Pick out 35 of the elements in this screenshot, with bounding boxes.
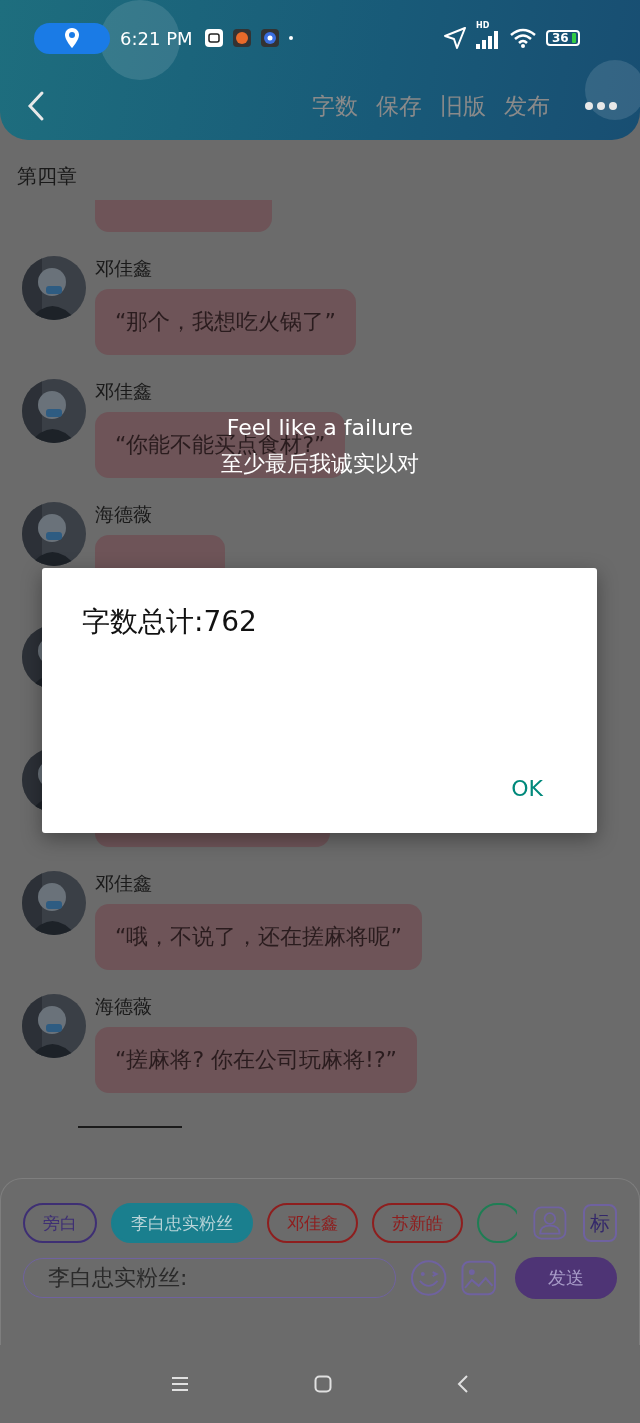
toolbar-action[interactable]: 保存 xyxy=(376,90,422,122)
sender-name: 邓佳鑫 xyxy=(95,871,152,896)
toolbar-action[interactable]: 字数 xyxy=(312,90,358,122)
back-icon[interactable] xyxy=(26,90,46,122)
menu-icon[interactable] xyxy=(170,1376,189,1392)
back-icon[interactable] xyxy=(457,1375,470,1393)
character-chip[interactable]: 旁白 xyxy=(23,1203,97,1243)
tag-button[interactable]: 标 xyxy=(582,1204,617,1242)
character-chip[interactable]: 苏新皓 xyxy=(372,1203,463,1243)
sender-name: 邓佳鑫 xyxy=(95,379,152,404)
more-icon[interactable] xyxy=(584,101,618,111)
network-label: HD xyxy=(476,21,490,30)
navigation-arrow-icon xyxy=(444,27,466,49)
signal-icon xyxy=(476,31,500,49)
ok-button[interactable]: OK xyxy=(497,770,557,807)
character-chip[interactable]: 邓佳鑫 xyxy=(267,1203,358,1243)
chapter-title: 第四章 xyxy=(16,163,78,189)
sender-name: 海德薇 xyxy=(95,994,152,1019)
message-bubble: “搓麻将? 你在公司玩麻将!?” xyxy=(95,1027,417,1093)
sender-name: 海德薇 xyxy=(95,502,152,527)
sender-name: 邓佳鑫 xyxy=(95,256,152,281)
toolbar-action[interactable]: 发布 xyxy=(504,90,550,122)
message-bubble: “哦，不说了，还在搓麻将呢” xyxy=(95,904,422,970)
wifi-icon xyxy=(510,28,536,48)
character-chip[interactable]: 李白忠实粉丝 xyxy=(111,1203,253,1243)
dialog-title: 字数总计:762 xyxy=(82,604,258,640)
clock-time: 6:21 PM xyxy=(120,27,193,49)
input-field[interactable]: 李白忠实粉丝: xyxy=(23,1258,396,1298)
home-icon[interactable] xyxy=(314,1375,332,1393)
location-pin-icon xyxy=(64,27,80,49)
battery-indicator: 36 xyxy=(546,30,580,46)
send-button[interactable]: 发送 xyxy=(514,1257,617,1299)
toolbar-action[interactable]: 旧版 xyxy=(440,90,486,122)
dot-icon xyxy=(288,36,293,40)
message-bubble: “那个，我想吃火锅了” xyxy=(95,289,356,355)
